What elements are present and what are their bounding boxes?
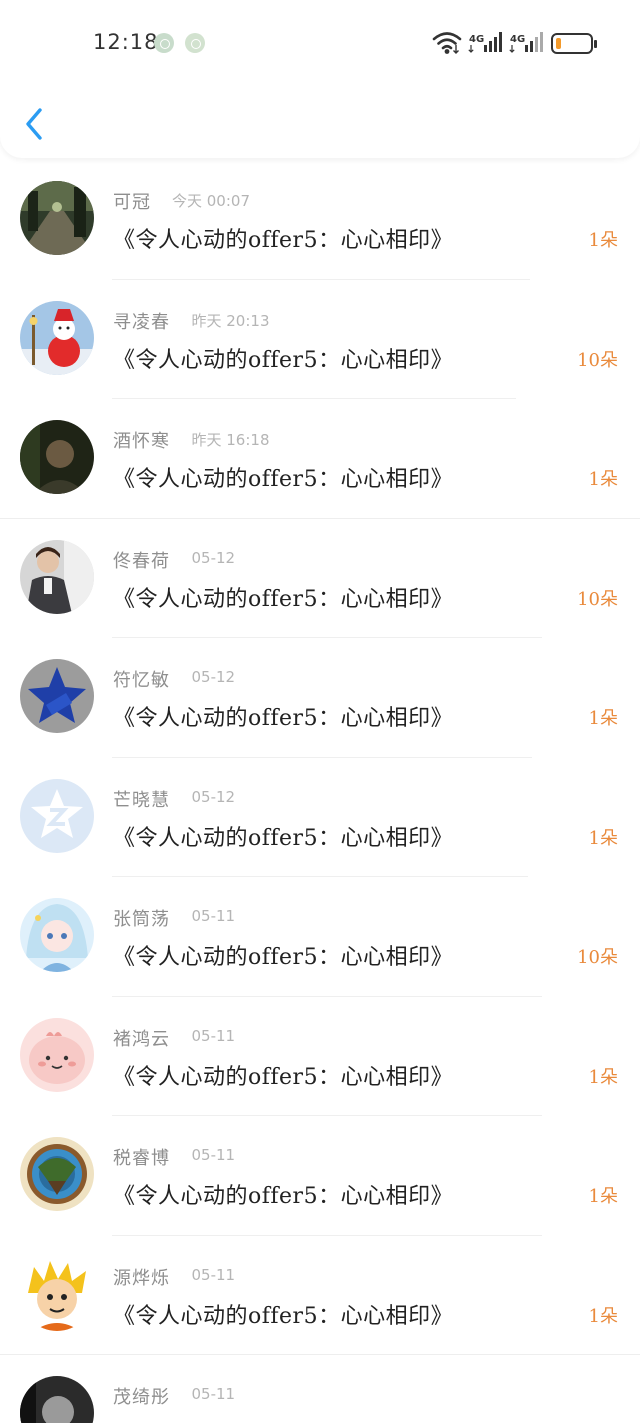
list-item[interactable]: 寻凌春 昨天 20:13 《令人心动的offer5：心心相印》 10朵 xyxy=(0,280,640,399)
avatar[interactable] xyxy=(20,898,94,972)
timestamp: 05-11 xyxy=(191,1265,236,1284)
avatar[interactable] xyxy=(20,539,94,614)
signal-bars-1 xyxy=(484,32,502,52)
program-title[interactable]: 《令人心动的offer5：心心相印》 xyxy=(113,1059,453,1091)
flower-count: 10朵 xyxy=(577,588,618,610)
timestamp: 昨天 20:13 xyxy=(191,311,270,330)
default-qq-avatar xyxy=(20,778,94,853)
avatar[interactable] xyxy=(20,1137,94,1211)
user-name[interactable]: 寻凌春 xyxy=(113,308,170,334)
avatar[interactable] xyxy=(20,300,94,375)
list-item[interactable]: 褚鸿云 05-11 《令人心动的offer5：心心相印》 1朵 xyxy=(0,997,640,1116)
notification-icon xyxy=(154,33,174,53)
gift-record-list: 可冠 今天 00:07 《令人心动的offer5：心心相印》 1朵 寻凌春 昨天 20:… xyxy=(0,160,640,1423)
back-button[interactable] xyxy=(20,104,50,144)
program-title[interactable]: 《令人心动的offer5：心心相印》 xyxy=(113,581,453,613)
timestamp: 05-12 xyxy=(191,787,236,806)
program-title[interactable]: 《令人心动的offer5：心心相印》 xyxy=(113,222,453,254)
list-item[interactable]: 茂绮彤 05-11 《令人心动的offer5：心心相印》 xyxy=(0,1355,640,1423)
flower-count: 1朵 xyxy=(588,1186,618,1207)
avatar[interactable] xyxy=(20,659,94,733)
flower-count: 1朵 xyxy=(588,1305,618,1327)
program-title[interactable]: 《令人心动的offer5：心心相印》 xyxy=(113,700,453,732)
anime-girl-avatar xyxy=(20,898,94,972)
chevron-left-icon xyxy=(26,108,42,140)
user-name[interactable]: 张筒荡 xyxy=(113,905,170,931)
dark-street-photo xyxy=(20,181,94,255)
user-name[interactable]: 褚鸿云 xyxy=(113,1025,170,1051)
user-name[interactable]: 可冠 xyxy=(113,188,151,214)
avatar[interactable] xyxy=(20,1256,94,1331)
dark-portrait-photo xyxy=(20,420,94,494)
timestamp: 05-11 xyxy=(191,1026,236,1045)
avatar[interactable] xyxy=(20,1376,94,1423)
emblem-avatar xyxy=(20,1137,94,1211)
network-label-1: 4G xyxy=(469,34,484,45)
notification-icon xyxy=(185,33,205,53)
list-item[interactable]: 税睿博 05-11 《令人心动的offer5：心心相印》 1朵 xyxy=(0,1116,640,1236)
user-name[interactable]: 茂绮彤 xyxy=(113,1383,170,1409)
program-title[interactable]: 《令人心动的offer5：心心相印》 xyxy=(113,1298,453,1330)
program-title[interactable]: 《令人心动的offer5：心心相印》 xyxy=(113,939,453,971)
snowman-photo xyxy=(20,300,94,375)
bw-photo xyxy=(20,1376,94,1423)
signal-bars-2 xyxy=(525,32,543,52)
flower-count: 1朵 xyxy=(588,827,618,849)
user-name[interactable]: 税睿博 xyxy=(113,1144,170,1170)
battery-icon xyxy=(551,33,597,54)
timestamp: 05-11 xyxy=(191,1146,236,1164)
user-name[interactable]: 符忆敏 xyxy=(113,666,170,692)
blue-star-photo xyxy=(20,659,94,733)
battery-level xyxy=(556,38,561,49)
avatar[interactable] xyxy=(20,181,94,255)
list-item[interactable]: 佟春荷 05-12 《令人心动的offer5：心心相印》 10朵 xyxy=(0,519,640,638)
flower-count: 1朵 xyxy=(588,469,618,490)
flower-count: 10朵 xyxy=(577,947,618,968)
man-portrait-photo xyxy=(20,539,94,614)
status-time: 12:18 xyxy=(93,30,159,54)
timestamp: 05-11 xyxy=(191,1385,236,1403)
timestamp: 05-12 xyxy=(191,548,236,567)
list-item[interactable]: 张筒荡 05-11 《令人心动的offer5：心心相印》 10朵 xyxy=(0,877,640,997)
list-item[interactable]: 可冠 今天 00:07 《令人心动的offer5：心心相印》 1朵 xyxy=(0,160,640,280)
program-title[interactable]: 《令人心动的offer5：心心相印》 xyxy=(113,1417,453,1423)
user-name[interactable]: 芒晓慧 xyxy=(113,786,170,812)
user-name[interactable]: 佟春荷 xyxy=(113,547,170,573)
avatar[interactable] xyxy=(20,778,94,853)
user-name[interactable]: 酒怀寒 xyxy=(113,427,170,453)
status-icons: 4G 4G xyxy=(432,28,602,60)
timestamp: 05-12 xyxy=(191,668,236,686)
pink-blob-avatar xyxy=(20,1017,94,1092)
flower-count: 1朵 xyxy=(588,230,618,251)
list-item[interactable]: 酒怀寒 昨天 16:18 《令人心动的offer5：心心相印》 1朵 xyxy=(0,399,640,519)
network-label-2: 4G xyxy=(510,34,525,45)
cartoon-hero-avatar xyxy=(20,1256,94,1331)
flower-count: 1朵 xyxy=(588,1066,618,1088)
list-item[interactable]: 符忆敏 05-12 《令人心动的offer5：心心相印》 1朵 xyxy=(0,638,640,758)
program-title[interactable]: 《令人心动的offer5：心心相印》 xyxy=(113,461,453,493)
page: 12:18 4G 4G 可冠 今天 00:07 《令人心动的offer5：心心相… xyxy=(0,0,640,1423)
avatar[interactable] xyxy=(20,420,94,494)
header: 12:18 4G 4G xyxy=(0,0,640,158)
timestamp: 今天 00:07 xyxy=(172,192,250,210)
program-title[interactable]: 《令人心动的offer5：心心相印》 xyxy=(113,820,453,852)
user-name[interactable]: 源烨烁 xyxy=(113,1264,170,1290)
flower-count: 10朵 xyxy=(577,349,618,371)
timestamp: 昨天 16:18 xyxy=(191,431,270,449)
list-item[interactable]: 芒晓慧 05-12 《令人心动的offer5：心心相印》 1朵 xyxy=(0,758,640,877)
program-title[interactable]: 《令人心动的offer5：心心相印》 xyxy=(113,342,453,374)
program-title[interactable]: 《令人心动的offer5：心心相印》 xyxy=(113,1178,453,1210)
avatar[interactable] xyxy=(20,1017,94,1092)
timestamp: 05-11 xyxy=(191,907,236,925)
list-item[interactable]: 源烨烁 05-11 《令人心动的offer5：心心相印》 1朵 xyxy=(0,1236,640,1355)
flower-count: 1朵 xyxy=(588,708,618,729)
